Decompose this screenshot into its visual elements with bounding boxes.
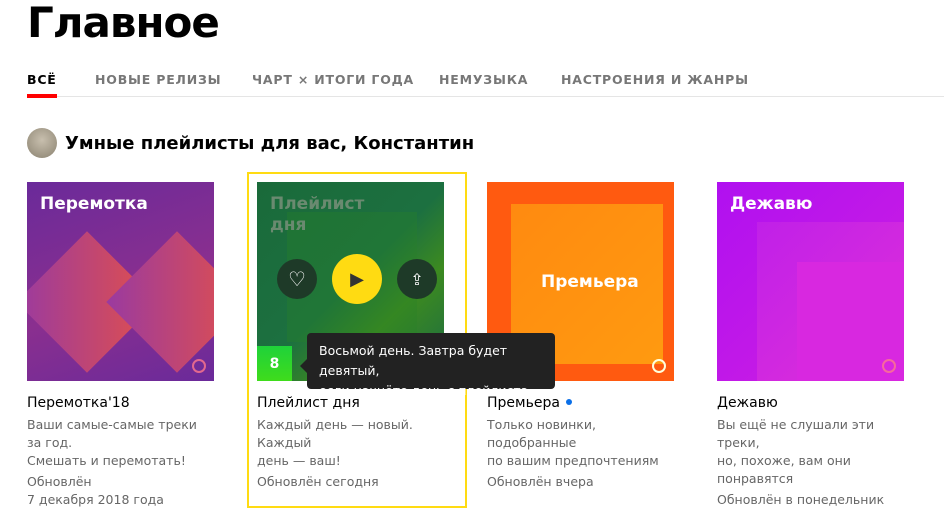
yandex-music-logo-icon xyxy=(652,359,666,373)
cover-title: Дежавю xyxy=(730,194,813,214)
yandex-music-logo-icon xyxy=(882,359,896,373)
playlist-description: Вы ещё не слушали эти треки, но, похоже, … xyxy=(717,417,875,486)
playlist-name[interactable]: Дежавю xyxy=(717,394,904,412)
cover-title: Перемотка xyxy=(40,194,148,214)
cover-title: Премьера xyxy=(541,272,639,292)
like-button[interactable]: ♡ xyxy=(277,259,317,299)
cover-title: Плейлист дня xyxy=(270,194,365,235)
playlist-updated: Обновлён 7 декабря 2018 года xyxy=(27,474,164,507)
new-indicator-dot xyxy=(565,399,572,405)
playlist-cover[interactable]: Перемотка xyxy=(27,182,214,381)
play-button[interactable]: ▶ xyxy=(332,254,382,304)
playlist-updated: Обновлён в понедельник xyxy=(717,492,885,507)
playlist-description: Ваши самые-самые треки за год. Смешать и … xyxy=(27,417,197,468)
playlist-updated: Обновлён сегодня xyxy=(257,474,379,489)
playlist-cover[interactable]: Дежавю xyxy=(717,182,904,381)
day-counter-tooltip: Восьмой день. Завтра будет девятый, если … xyxy=(300,333,555,398)
section-header: Умные плейлисты для вас, Константин xyxy=(27,128,474,158)
share-button[interactable]: ⇪ xyxy=(397,259,437,299)
share-icon: ⇪ xyxy=(410,269,424,289)
avatar[interactable] xyxy=(27,128,57,158)
tab-new-releases[interactable]: НОВЫЕ РЕЛИЗЫ xyxy=(95,72,221,87)
playlist-description: Каждый день — новый. Каждый день — ваш! xyxy=(257,417,413,468)
playlist-description: Только новинки, подобранные по вашим пред… xyxy=(487,417,659,468)
playlist-card-dejavu[interactable]: Дежавю Дежавю Вы ещё не слушали эти трек… xyxy=(717,182,904,509)
tab-chart[interactable]: ЧАРТ × ИТОГИ ГОДА xyxy=(252,72,414,87)
section-title: Умные плейлисты для вас, Константин xyxy=(65,132,475,154)
tab-nonmusic[interactable]: НЕМУЗЫКА xyxy=(439,72,528,87)
page-title: Главное xyxy=(27,0,220,47)
tab-all[interactable]: ВСЁ xyxy=(27,72,57,98)
tabs-bar: ВСЁ НОВЫЕ РЕЛИЗЫ ЧАРТ × ИТОГИ ГОДА НЕМУЗ… xyxy=(27,70,944,98)
playlist-card-rewind[interactable]: Перемотка Перемотка'18 Ваши самые-самые … xyxy=(27,182,214,509)
heart-icon: ♡ xyxy=(288,267,306,291)
playlist-name[interactable]: Перемотка'18 xyxy=(27,394,214,412)
playlist-updated: Обновлён вчера xyxy=(487,474,594,489)
day-counter-badge[interactable]: 8 xyxy=(257,346,292,381)
yandex-music-logo-icon xyxy=(192,359,206,373)
play-icon: ▶ xyxy=(350,268,364,290)
tab-moods-genres[interactable]: НАСТРОЕНИЯ И ЖАНРЫ xyxy=(561,72,749,87)
